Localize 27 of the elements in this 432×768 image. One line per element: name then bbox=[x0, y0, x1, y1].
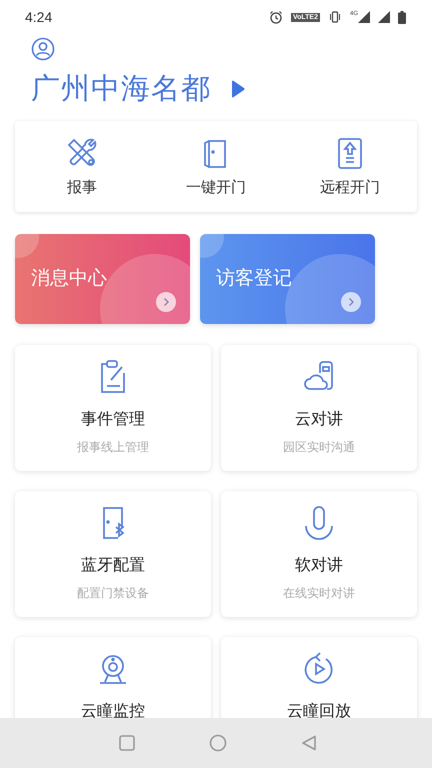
community-name[interactable]: 广州中海名都 bbox=[31, 69, 211, 109]
status-time: 4:24 bbox=[25, 9, 52, 25]
chevron-right-icon bbox=[341, 292, 361, 312]
service-card[interactable]: 蓝牙配置 配置门禁设备 bbox=[15, 491, 211, 617]
back-icon[interactable] bbox=[301, 735, 317, 751]
service-card[interactable]: 云瞳监控 bbox=[15, 637, 211, 718]
service-card[interactable]: 软对讲 在线实时对讲 bbox=[221, 491, 417, 617]
quick-action-button[interactable]: 一键开门 bbox=[161, 136, 271, 197]
signal-icon bbox=[378, 11, 390, 23]
service-description: 园区实时沟通 bbox=[283, 439, 355, 456]
service-description: 在线实时对讲 bbox=[283, 585, 355, 602]
microphone-icon bbox=[302, 505, 336, 541]
battery-icon bbox=[398, 10, 406, 24]
service-description: 配置门禁设备 bbox=[77, 585, 149, 602]
home-icon[interactable] bbox=[209, 734, 227, 752]
quick-action-button[interactable]: 报事 bbox=[27, 136, 137, 197]
service-card[interactable]: 云对讲 园区实时沟通 bbox=[221, 345, 417, 471]
quick-action-button[interactable]: 远程开门 bbox=[295, 136, 405, 197]
service-card[interactable]: 事件管理 报事线上管理 bbox=[15, 345, 211, 471]
recents-icon[interactable] bbox=[119, 735, 135, 751]
play-arrow-icon[interactable] bbox=[231, 80, 245, 98]
signal-icon bbox=[358, 11, 370, 23]
profile-icon[interactable] bbox=[31, 37, 55, 61]
chevron-right-icon bbox=[156, 292, 176, 312]
alarm-icon bbox=[268, 10, 283, 24]
vibrate-icon bbox=[328, 10, 342, 24]
service-description: 报事线上管理 bbox=[77, 439, 149, 456]
